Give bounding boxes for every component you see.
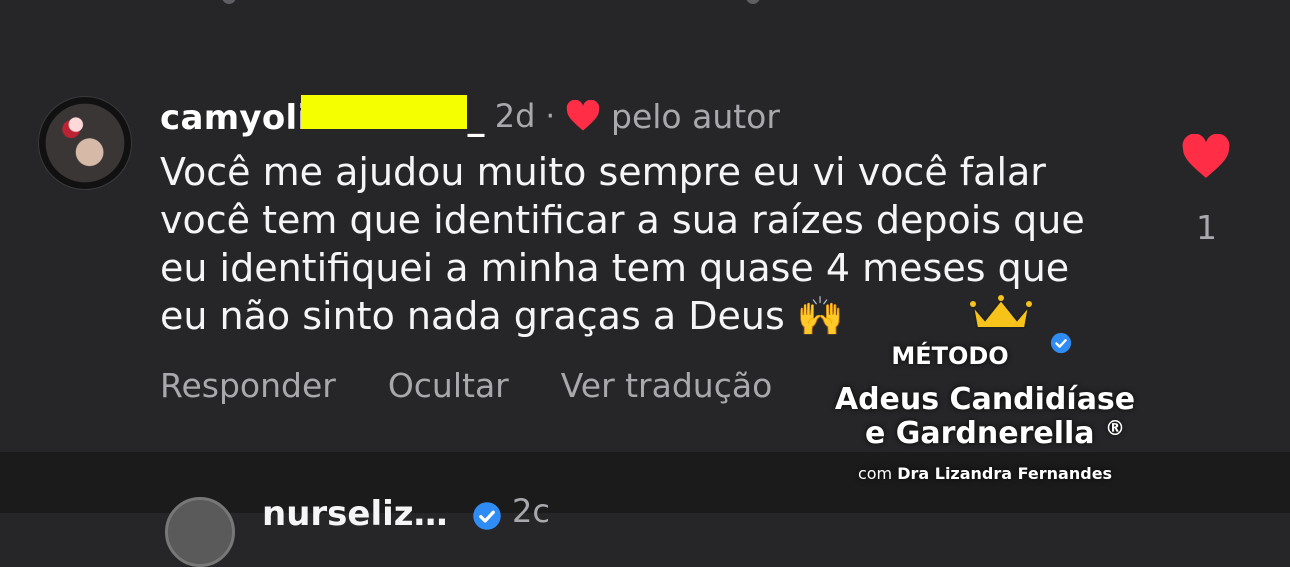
comment-time: 2d bbox=[494, 97, 536, 135]
translate-button[interactable]: Ver tradução bbox=[561, 366, 773, 405]
meta-separator: · bbox=[545, 98, 555, 134]
liked-by-author-label: pelo autor bbox=[611, 96, 780, 136]
username-text[interactable]: camyoli bbox=[160, 98, 309, 138]
username-suffix: _ bbox=[467, 97, 485, 138]
like-heart-icon[interactable] bbox=[1180, 134, 1232, 180]
avatar[interactable] bbox=[38, 96, 132, 190]
comment-actions: Responder Ocultar Ver tradução bbox=[160, 366, 772, 405]
comment-meta: camyoli _ 2d · pelo autor bbox=[160, 94, 780, 138]
hide-button[interactable]: Ocultar bbox=[388, 366, 509, 405]
verified-badge-icon bbox=[473, 502, 501, 530]
like-count: 1 bbox=[1196, 208, 1217, 247]
comment-item: camyoli _ 2d · pelo autor Você me ajudou … bbox=[0, 90, 1290, 450]
next-comment-username[interactable]: nurseliz… bbox=[262, 494, 448, 534]
comment-text: Você me ajudou muito sempre eu vi você f… bbox=[160, 150, 1085, 338]
redaction-highlight bbox=[301, 94, 468, 129]
comment-username[interactable]: camyoli _ bbox=[160, 94, 485, 138]
reply-button[interactable]: Responder bbox=[160, 366, 336, 405]
previous-content-edge bbox=[0, 0, 1290, 14]
next-comment-avatar[interactable] bbox=[165, 497, 235, 567]
next-comment-time: 2c bbox=[512, 492, 550, 530]
author-heart-icon bbox=[566, 100, 600, 131]
